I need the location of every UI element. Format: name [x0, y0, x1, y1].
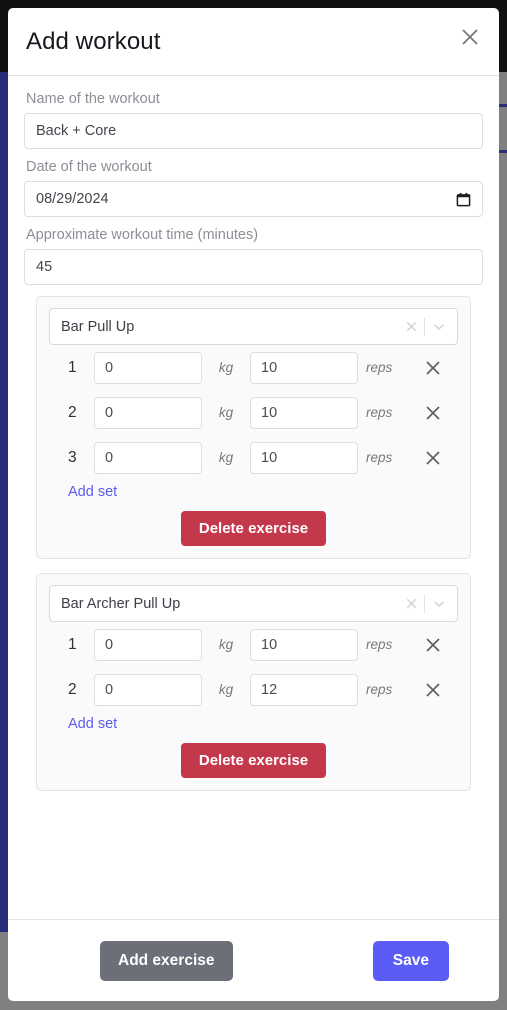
calendar-icon[interactable] — [454, 190, 472, 208]
workout-name-input[interactable] — [24, 113, 483, 149]
chevron-down-icon[interactable] — [427, 316, 451, 338]
weight-unit-label: kg — [218, 450, 234, 465]
modal-header: Add workout — [8, 8, 499, 76]
delete-exercise-container: Delete exercise — [49, 511, 458, 546]
modal-body: Name of the workout /*noop*/ Date of the… — [8, 76, 499, 919]
exercise-select[interactable]: Bar Pull Up — [49, 308, 458, 345]
delete-set-icon[interactable] — [418, 675, 448, 705]
reps-unit-label: reps — [366, 682, 393, 697]
close-icon[interactable] — [455, 22, 485, 52]
exercise-select-value: Bar Archer Pull Up — [61, 595, 181, 612]
chevron-down-icon[interactable] — [427, 593, 451, 615]
delete-exercise-container: Delete exercise — [49, 743, 458, 778]
select-separator — [424, 317, 425, 336]
workout-time-input[interactable] — [24, 249, 483, 285]
set-reps-input[interactable] — [250, 628, 358, 661]
workout-date-input[interactable] — [24, 181, 483, 217]
set-reps-input[interactable] — [250, 396, 358, 429]
weight-unit-label: kg — [218, 637, 234, 652]
exercise-select-value: Bar Pull Up — [61, 318, 135, 335]
page-title: Add workout — [26, 27, 161, 55]
workout-name-label: Name of the workout — [26, 91, 160, 107]
clear-icon[interactable] — [400, 593, 422, 615]
weight-unit-label: kg — [218, 360, 234, 375]
workout-date-label: Date of the workout — [26, 159, 152, 175]
exercise-select[interactable]: Bar Archer Pull Up — [49, 585, 458, 622]
set-reps-input[interactable] — [250, 673, 358, 706]
reps-unit-label: reps — [366, 637, 393, 652]
add-exercise-button[interactable]: Add exercise — [100, 940, 233, 981]
reps-unit-label: reps — [366, 450, 393, 465]
set-weight-input[interactable] — [94, 351, 202, 384]
delete-exercise-button[interactable]: Delete exercise — [180, 511, 327, 546]
set-index: 1 — [68, 635, 77, 653]
delete-set-icon[interactable] — [418, 443, 448, 473]
exercise-card: Bar Pull Up 1 kg reps 2 kg reps 3 kg reps Add set D… — [36, 296, 471, 559]
set-index: 3 — [68, 448, 77, 466]
delete-set-icon[interactable] — [418, 398, 448, 428]
set-index: 2 — [68, 680, 77, 698]
delete-exercise-button[interactable]: Delete exercise — [180, 743, 327, 778]
workout-time-label: Approximate workout time (minutes) — [26, 227, 259, 243]
set-index: 1 — [68, 358, 77, 376]
exercise-card: Bar Archer Pull Up 1 kg reps 2 kg reps Add set D… — [36, 573, 471, 791]
select-separator — [424, 594, 425, 613]
add-set-link[interactable]: Add set — [68, 484, 117, 500]
weight-unit-label: kg — [218, 682, 234, 697]
reps-unit-label: reps — [366, 405, 393, 420]
set-row: 2 kg reps — [49, 667, 458, 712]
set-row: 2 kg reps — [49, 390, 458, 435]
reps-unit-label: reps — [366, 360, 393, 375]
delete-set-icon[interactable] — [418, 630, 448, 660]
set-row: 1 kg reps — [49, 345, 458, 390]
set-reps-input[interactable] — [250, 351, 358, 384]
clear-icon[interactable] — [400, 316, 422, 338]
modal-footer: Add exercise Save — [8, 919, 499, 1001]
add-workout-modal: Add workout Name of the workout /*noop*/… — [8, 8, 499, 1001]
save-button[interactable]: Save — [372, 940, 449, 981]
set-weight-input[interactable] — [94, 628, 202, 661]
exercise-list: Bar Pull Up 1 kg reps 2 kg reps 3 kg reps Add set D… — [24, 296, 483, 791]
set-weight-input[interactable] — [94, 396, 202, 429]
delete-set-icon[interactable] — [418, 353, 448, 383]
set-row: 1 kg reps — [49, 622, 458, 667]
set-row: 3 kg reps — [49, 435, 458, 480]
set-reps-input[interactable] — [250, 441, 358, 474]
set-index: 2 — [68, 403, 77, 421]
weight-unit-label: kg — [218, 405, 234, 420]
add-set-link[interactable]: Add set — [68, 716, 117, 732]
set-weight-input[interactable] — [94, 441, 202, 474]
set-weight-input[interactable] — [94, 673, 202, 706]
